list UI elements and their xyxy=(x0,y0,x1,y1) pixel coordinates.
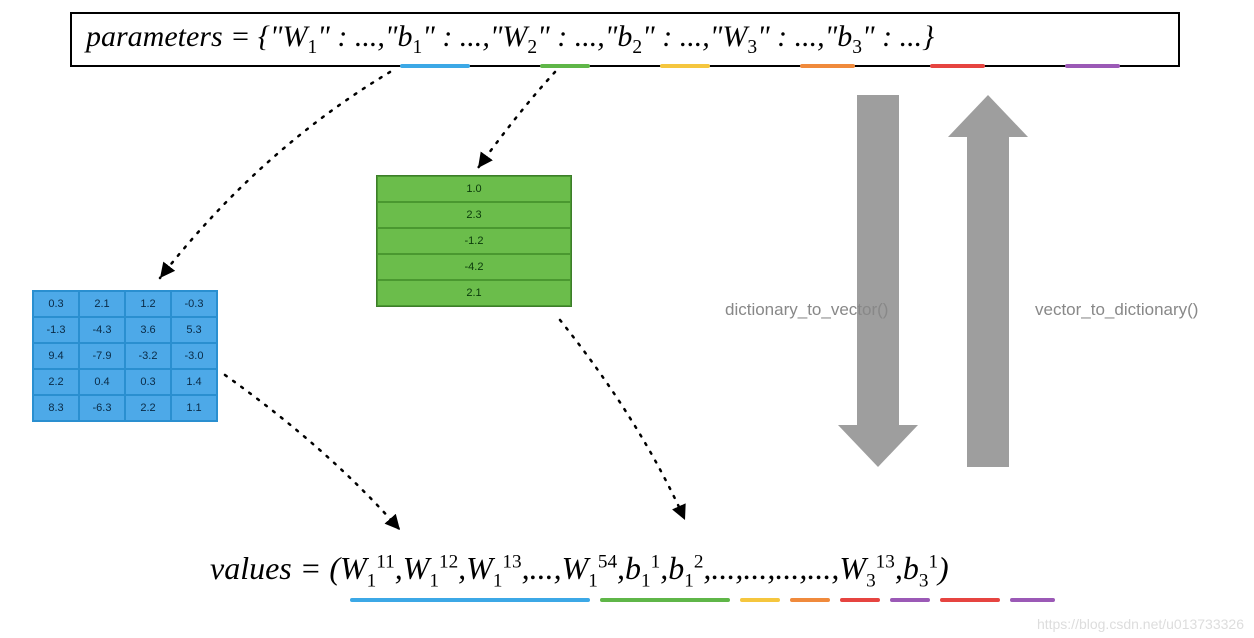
matrix-cell: 1.4 xyxy=(171,369,217,395)
matrix-cell: 0.3 xyxy=(125,369,171,395)
underline-purple xyxy=(1065,64,1120,68)
bottom-close: ) xyxy=(938,550,949,586)
top-eq: = { xyxy=(223,20,270,53)
matrix-cell: -0.3 xyxy=(171,291,217,317)
bottom-lhs: values xyxy=(210,550,292,586)
top-close: } xyxy=(922,20,934,53)
watermark: https://blog.csdn.net/u013733326 xyxy=(1037,616,1244,632)
arrow-dict-to-vector xyxy=(848,95,908,467)
bottom-terms: W111,W112,W113,...,W154,b11,b12,...,...,… xyxy=(340,550,938,586)
underline-green xyxy=(540,64,590,68)
label-vector-to-dict: vector_to_dictionary() xyxy=(1035,300,1198,320)
matrix-cell: -1.3 xyxy=(33,317,79,343)
vector-cell: 1.0 xyxy=(377,176,571,202)
underline-blue xyxy=(350,598,590,602)
matrix-cell: 2.1 xyxy=(79,291,125,317)
matrix-cell: 5.3 xyxy=(171,317,217,343)
underline-purple xyxy=(890,598,930,602)
underline-blue xyxy=(400,64,470,68)
matrix-cell: 8.3 xyxy=(33,395,79,421)
matrix-cell: -3.2 xyxy=(125,343,171,369)
values-tuple: values = (W111,W112,W113,...,W154,b11,b1… xyxy=(210,550,949,592)
matrix-cell: 1.2 xyxy=(125,291,171,317)
matrix-cell: 1.1 xyxy=(171,395,217,421)
matrix-cell: -4.3 xyxy=(79,317,125,343)
vector-cell: 2.3 xyxy=(377,202,571,228)
underline-orange xyxy=(800,64,855,68)
matrix-cell: 2.2 xyxy=(33,369,79,395)
parameters-dict-box: parameters = {"W1" : ...,"b1" : ...,"W2"… xyxy=(70,12,1180,67)
underline-red xyxy=(940,598,1000,602)
arrow-vector-to-dict xyxy=(958,95,1018,467)
matrix-cell: -3.0 xyxy=(171,343,217,369)
matrix-cell: 9.4 xyxy=(33,343,79,369)
matrix-cell: 3.6 xyxy=(125,317,171,343)
underline-yellow xyxy=(740,598,780,602)
underline-yellow xyxy=(660,64,710,68)
matrix-W1: 0.32.11.2-0.3-1.3-4.33.65.39.4-7.9-3.2-3… xyxy=(32,290,218,422)
matrix-cell: 0.3 xyxy=(33,291,79,317)
matrix-cell: -7.9 xyxy=(79,343,125,369)
underline-red xyxy=(840,598,880,602)
underline-red xyxy=(930,64,985,68)
label-dict-to-vector: dictionary_to_vector() xyxy=(725,300,888,320)
underline-orange xyxy=(790,598,830,602)
matrix-cell: 0.4 xyxy=(79,369,125,395)
matrix-cell: -6.3 xyxy=(79,395,125,421)
top-lhs: parameters xyxy=(86,20,223,53)
underline-purple xyxy=(1010,598,1055,602)
matrix-cell: 2.2 xyxy=(125,395,171,421)
vector-cell: 2.1 xyxy=(377,280,571,306)
vector-cell: -4.2 xyxy=(377,254,571,280)
underline-green xyxy=(600,598,730,602)
bottom-eq: = ( xyxy=(292,550,340,586)
top-entries: "W1" : ...,"b1" : ...,"W2" : ...,"b2" : … xyxy=(270,20,922,53)
vector-cell: -1.2 xyxy=(377,228,571,254)
vector-b1: 1.02.3-1.2-4.22.1 xyxy=(376,175,572,307)
